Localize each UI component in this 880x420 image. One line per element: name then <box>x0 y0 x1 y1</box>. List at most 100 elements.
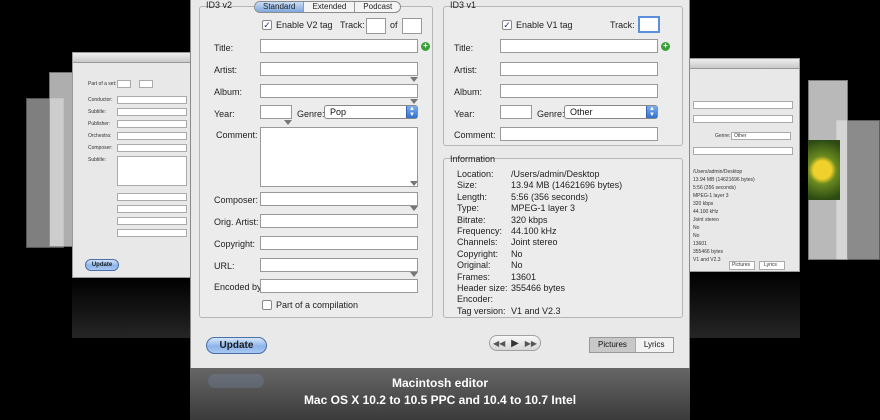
v2-orig-artist-label: Orig. Artist: <box>214 217 259 227</box>
v2-comment-textarea[interactable] <box>260 127 418 187</box>
info-key: Original: <box>457 260 491 271</box>
right-line-6: Joint stereo <box>693 217 719 223</box>
info-value: V1 and V2.3 <box>511 305 561 316</box>
right-lyrics-label: Lyrics <box>764 262 777 268</box>
play-icon[interactable]: ▶ <box>511 338 519 349</box>
right-line-0: /Users/admin/Desktop <box>693 169 743 175</box>
v2-of-input[interactable] <box>402 18 422 34</box>
right-lyrics-button: Lyrics <box>759 261 785 270</box>
fast-forward-icon[interactable]: ▶▶ <box>525 339 537 348</box>
left-field <box>117 120 187 128</box>
info-key: Location: <box>457 169 494 179</box>
v1-year-input[interactable] <box>500 105 532 119</box>
v2-copyright-label: Copyright: <box>214 239 256 249</box>
v1-comment-input[interactable] <box>500 127 658 141</box>
left-field <box>117 108 187 116</box>
chevron-updown-icon: ▲ ▼ <box>646 106 657 118</box>
right-pictures-label: Pictures <box>732 262 751 268</box>
v2-artist-dropdown-icon[interactable] <box>410 77 418 82</box>
right-genre-field: Other <box>731 132 791 140</box>
info-value: No <box>511 248 523 259</box>
v2-artist-input[interactable] <box>260 62 418 76</box>
info-key: Length: <box>457 191 488 202</box>
v2-copyright-input[interactable] <box>260 236 418 250</box>
window-titlebar <box>689 59 799 69</box>
v2-album-input[interactable] <box>260 84 418 98</box>
v2-encoded-by-input[interactable] <box>260 279 418 293</box>
v2-url-dropdown-icon[interactable] <box>410 272 418 277</box>
v2-track-label: Track: <box>340 20 365 30</box>
info-value: 5:56 (356 seconds) <box>511 191 589 202</box>
v2-add-title-icon[interactable]: + <box>421 42 430 51</box>
tab-extended[interactable]: Extended <box>304 2 356 12</box>
left-field <box>139 80 153 88</box>
enable-v1-checkbox[interactable]: ✓ <box>502 20 512 30</box>
info-key: Size: <box>457 180 478 191</box>
left-label-1: Conductor: <box>88 97 113 103</box>
right-line-2: 5:56 (356 seconds) <box>693 185 736 191</box>
tab-standard[interactable]: Standard <box>255 2 305 12</box>
right-line-1: 13.94 MB (14621696 bytes) <box>693 177 755 183</box>
v2-track-input[interactable] <box>366 18 386 34</box>
right-field <box>693 101 793 109</box>
v1-genre-select[interactable]: Other ▲ ▼ <box>564 105 658 119</box>
v2-composer-label: Composer: <box>214 195 259 205</box>
v2-title-input[interactable] <box>260 39 418 53</box>
right-pictures-button: Pictures <box>729 261 755 270</box>
lyrics-button[interactable]: Lyrics <box>636 338 673 352</box>
v2-genre-select[interactable]: Pop ▲ ▼ <box>324 105 418 119</box>
id3v2-title: ID3 v2 <box>206 0 233 10</box>
right-line-12: V1 and V2.3 <box>693 257 721 263</box>
information-panel: Information Location: /Users/admin/Deskto… <box>443 154 683 318</box>
v2-composer-input[interactable] <box>260 192 418 206</box>
left-field <box>117 217 187 225</box>
enable-v2-label: Enable V2 tag <box>276 20 333 30</box>
v1-add-title-icon[interactable]: + <box>661 42 670 51</box>
v1-title-input[interactable] <box>500 39 658 53</box>
info-value: /Users/admin/Desktop <box>511 169 600 179</box>
right-field <box>693 115 793 123</box>
v2-year-input[interactable] <box>260 105 292 119</box>
v2-year-dropdown-icon[interactable] <box>284 120 292 125</box>
flower-photo <box>808 140 840 200</box>
left-field <box>117 144 187 152</box>
v1-artist-input[interactable] <box>500 62 658 76</box>
enable-v1-label: Enable V1 tag <box>516 20 573 30</box>
v2-url-input[interactable] <box>260 258 418 272</box>
info-value: Joint stereo <box>511 237 558 248</box>
v2-year-label: Year: <box>214 109 235 119</box>
v1-title-label: Title: <box>454 43 474 53</box>
tab-podcast[interactable]: Podcast <box>355 2 400 12</box>
v1-album-input[interactable] <box>500 84 658 98</box>
info-value: 320 kbps <box>511 214 548 225</box>
v1-year-label: Year: <box>454 109 475 119</box>
left-field <box>117 229 187 237</box>
v1-track-input[interactable] <box>638 16 660 33</box>
info-value: 13.94 MB (14621696 bytes) <box>511 180 623 191</box>
info-key: Tag version: <box>457 305 506 316</box>
v2-composer-dropdown-icon[interactable] <box>410 206 418 211</box>
v2-genre-label: Genre: <box>297 109 325 119</box>
right-line-3: MPEG-1 layer 3 <box>693 193 729 199</box>
v1-comment-label: Comment: <box>454 130 496 140</box>
info-value: 13601 <box>511 271 537 282</box>
audio-player: ◀◀ ▶ ▶▶ <box>489 335 541 351</box>
v2-comment-dropdown-icon[interactable] <box>410 181 418 186</box>
rewind-icon[interactable]: ◀◀ <box>493 339 505 348</box>
left-label-5: Composer: <box>88 145 113 151</box>
v2-orig-artist-input[interactable] <box>260 214 418 228</box>
info-value: MPEG-1 layer 3 <box>511 203 576 214</box>
info-key: Header size: <box>457 283 508 293</box>
info-key: Type: <box>457 203 480 214</box>
v2-album-dropdown-icon[interactable] <box>410 99 418 104</box>
right-genre-value: Other <box>734 133 747 139</box>
v2-title-label: Title: <box>214 43 234 53</box>
pictures-button[interactable]: Pictures <box>590 338 636 352</box>
update-button[interactable]: Update <box>206 337 267 354</box>
left-label-6: Subtitle: <box>88 157 107 163</box>
info-key: Frames: <box>457 271 491 282</box>
info-key: Frequency: <box>457 226 503 236</box>
compilation-checkbox[interactable] <box>262 300 272 310</box>
enable-v2-checkbox[interactable]: ✓ <box>262 20 272 30</box>
v1-artist-label: Artist: <box>454 65 478 75</box>
